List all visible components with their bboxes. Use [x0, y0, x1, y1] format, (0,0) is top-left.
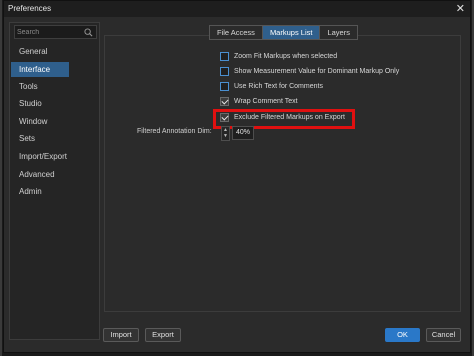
- option-label: Zoom Fit Markups when selected: [234, 53, 338, 60]
- spin-down-icon[interactable]: ▼: [222, 133, 229, 139]
- close-icon[interactable]: ✕: [456, 2, 465, 16]
- search-input[interactable]: [17, 26, 83, 38]
- sidebar-item-advanced[interactable]: Advanced: [11, 167, 69, 182]
- checkbox-show-measurement-value[interactable]: [220, 67, 229, 76]
- filtered-annotation-dim-input[interactable]: 40%: [232, 126, 254, 140]
- sidebar-item-sets[interactable]: Sets: [11, 131, 69, 146]
- option-wrap-comment-text[interactable]: Wrap Comment Text: [220, 96, 298, 107]
- sidebar-item-admin[interactable]: Admin: [11, 184, 69, 199]
- dim-spinner[interactable]: ▲ ▼: [221, 126, 230, 141]
- option-label: Wrap Comment Text: [234, 98, 298, 105]
- cancel-button[interactable]: Cancel: [426, 328, 461, 342]
- sidebar-item-studio[interactable]: Studio: [11, 96, 69, 111]
- tab-markups-list[interactable]: Markups List: [262, 26, 321, 39]
- sidebar-item-general[interactable]: General: [11, 44, 69, 59]
- checkbox-zoom-fit-markups[interactable]: [220, 52, 229, 61]
- category-sidebar: General Interface Tools Studio Window Se…: [9, 22, 100, 340]
- window-title: Preferences: [8, 4, 52, 13]
- tab-file-access[interactable]: File Access: [210, 26, 263, 39]
- option-use-rich-text[interactable]: Use Rich Text for Comments: [220, 81, 323, 92]
- sidebar-item-window[interactable]: Window: [11, 114, 69, 129]
- sidebar-item-tools[interactable]: Tools: [11, 79, 69, 94]
- option-zoom-fit-markups[interactable]: Zoom Fit Markups when selected: [220, 51, 337, 62]
- option-show-measurement-value[interactable]: Show Measurement Value for Dominant Mark…: [220, 66, 399, 77]
- sidebar-item-interface[interactable]: Interface: [11, 62, 69, 77]
- checkbox-use-rich-text[interactable]: [220, 82, 229, 91]
- ok-button[interactable]: OK: [385, 328, 420, 342]
- search-icon[interactable]: [84, 28, 93, 37]
- sidebar-item-import-export[interactable]: Import/Export: [11, 149, 69, 164]
- checkbox-wrap-comment-text[interactable]: [220, 97, 229, 106]
- background-edge-left: [0, 0, 2, 356]
- search-box[interactable]: [14, 25, 97, 39]
- title-bar[interactable]: Preferences ✕: [4, 1, 470, 17]
- tab-layers[interactable]: Layers: [320, 26, 357, 39]
- filtered-annotation-dim-label: Filtered Annotation Dim:: [137, 128, 212, 135]
- option-label: Use Rich Text for Comments: [234, 83, 323, 90]
- export-button[interactable]: Export: [145, 328, 181, 342]
- tab-bar: File Access Markups List Layers: [209, 25, 358, 40]
- option-label: Show Measurement Value for Dominant Mark…: [234, 68, 400, 75]
- import-button[interactable]: Import: [103, 328, 139, 342]
